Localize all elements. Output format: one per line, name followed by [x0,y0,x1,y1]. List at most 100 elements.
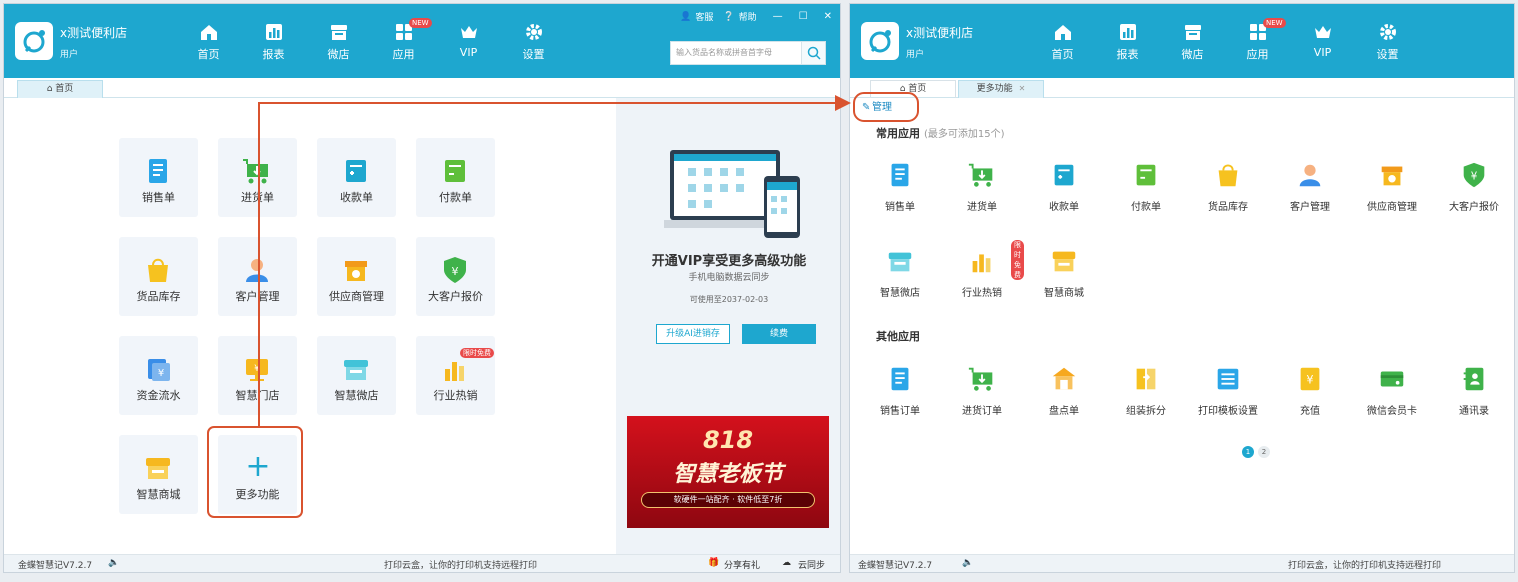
maximize-button[interactable]: ☐ [799,11,808,22]
app-sales-order[interactable]: 销售单 [860,160,940,213]
tile-payment[interactable]: 付款单 [416,138,495,217]
tile-label: 销售单 [142,191,175,204]
svg-text:¥: ¥ [158,368,164,379]
nav-apps[interactable]: 应用 NEW [1225,18,1290,62]
vip-card: 开通VIP享受更多高级功能 手机电脑数据云同步 可使用至2037-02-03 升… [616,98,840,398]
app-supplier[interactable]: 供应商管理 [1352,160,1432,213]
service-icon[interactable]: 👤 [680,12,691,22]
purchase-cart-icon [967,364,997,394]
app-label: 通讯录 [1459,406,1489,417]
tab-home[interactable]: ⌂ 首页 [17,80,103,98]
tile-hot-sales-chart[interactable]: 行业热销 限时免费 [416,336,495,415]
search-input[interactable]: 输入货品名称或拼音首字母 [671,42,801,64]
promo-banner[interactable]: 818 智慧老板节 软硬件一站配齐 · 软件低至7折 [627,416,829,528]
tile-customer[interactable]: 客户管理 [218,237,297,316]
sales-order-icon [885,364,915,394]
nav-vip-crown[interactable]: VIP [436,22,501,62]
app-recharge[interactable]: ¥ 充值 [1270,364,1350,417]
app-customer[interactable]: 客户管理 [1270,160,1350,213]
app-label: 大客户报价 [1449,202,1499,213]
page-1[interactable]: 1 [1242,446,1254,458]
app-label: 销售单 [885,202,915,213]
free-badge: 限时免费 [460,348,494,358]
app-label: 充值 [1300,406,1320,417]
nav-shop[interactable]: 微店 [306,22,371,62]
tab-close-icon[interactable]: ✕ [1019,84,1026,93]
app-smart-mall[interactable]: 智慧商城 [1024,246,1104,299]
tab-more-functions[interactable]: 更多功能 ✕ [958,80,1044,98]
service-link[interactable]: 客服 [695,10,713,23]
tile-purchase-cart[interactable]: 进货单 [218,138,297,217]
app-purchase-cart[interactable]: 进货单 [942,160,1022,213]
search-button[interactable] [801,42,825,64]
nav-shop[interactable]: 微店 [1160,22,1225,62]
app-receipt[interactable]: 收款单 [1024,160,1104,213]
cloud-icon[interactable]: ☁ [782,558,791,568]
nav-gear[interactable]: 设置 [501,22,566,62]
tab-home-label: 首页 [55,84,74,94]
tile-label: 更多功能 [235,488,280,501]
tile-smart-mall[interactable]: 智慧商城 [119,435,198,514]
nav-vip-crown[interactable]: VIP [1290,22,1355,62]
gift-icon[interactable]: 🎁 [708,558,719,568]
report-icon [1118,22,1138,42]
manage-button[interactable]: ✎ 管理 [858,98,914,118]
app-stocktake[interactable]: 盘点单 [1024,364,1104,417]
banner-line1: 818 [702,426,754,454]
tile-inventory-bag[interactable]: 货品库存 [119,237,198,316]
header-bar: x测试便利店 用户 首页 报表 微店 应用 NEW VIP 设置 👤 客服 ❔ 帮助 — ☐ ✕… [4,4,840,78]
app-member-card[interactable]: 微信会员卡 [1352,364,1432,417]
main-window-more: x测试便利店 用户 首页 报表 微店 应用 NEW VIP 设置 ⌂ 首页 更多功能 ✕ ✎ 管… [849,3,1515,573]
nav-gear[interactable]: 设置 [1355,22,1420,62]
home-tab-icon: ⌂ [899,84,909,94]
tile-cash-flow[interactable]: ¥ 资金流水 [119,336,198,415]
help-link[interactable]: 帮助 [739,10,757,23]
tile-vip-quote-shield[interactable]: ¥ 大客户报价 [416,237,495,316]
help-icon[interactable]: ❔ [723,12,734,22]
nav-label: 微店 [1181,48,1204,61]
vip-sidebar: 开通VIP享受更多高级功能 手机电脑数据云同步 可使用至2037-02-03 升… [616,98,840,554]
app-sales-order[interactable]: 销售订单 [860,364,940,417]
close-button[interactable]: ✕ [824,11,832,22]
tile-sales-order[interactable]: 销售单 [119,138,198,217]
version-label: 金蝶智慧记V7.2.7 [858,561,933,571]
app-label: 供应商管理 [1367,202,1417,213]
tab-home[interactable]: ⌂ 首页 [870,80,956,98]
nav-apps[interactable]: 应用 NEW [371,18,436,62]
home-icon [199,22,219,42]
sales-order-icon [142,155,174,187]
page-2[interactable]: 2 [1258,446,1270,458]
sync-link[interactable]: 云同步 [798,558,825,571]
tile-supplier[interactable]: 供应商管理 [317,237,396,316]
nav-report[interactable]: 报表 [241,22,306,62]
svg-text:¥: ¥ [1471,171,1478,183]
print-promo[interactable]: 打印云盒，让你的打印机支持远程打印 [384,558,537,571]
minimize-button[interactable]: — [773,11,783,22]
print-promo[interactable]: 打印云盒，让你的打印机支持远程打印 [1288,558,1441,571]
tile-smart-store[interactable]: ¥ 智慧门店 [218,336,297,415]
supplier-icon [340,254,372,286]
share-link[interactable]: 分享有礼 [724,558,760,571]
app-purchase-cart[interactable]: 进货订单 [942,364,1022,417]
app-hot-sales-chart[interactable]: 限时免费 行业热销 [942,240,1024,299]
nav-home[interactable]: 首页 [176,22,241,62]
nav-label: 报表 [262,48,285,61]
nav-label: 首页 [197,48,220,61]
app-payment[interactable]: 付款单 [1106,160,1186,213]
app-vip-quote-shield[interactable]: ¥ 大客户报价 [1434,160,1514,213]
app-assembly[interactable]: 组装拆分 [1106,364,1186,417]
tile-smart-microshop[interactable]: 智慧微店 [317,336,396,415]
app-contacts[interactable]: 通讯录 [1434,364,1514,417]
app-inventory-bag[interactable]: 货品库存 [1188,160,1268,213]
nav-report[interactable]: 报表 [1095,22,1160,62]
app-smart-microshop[interactable]: 智慧微店 [860,246,940,299]
app-print-template[interactable]: 打印模板设置 [1188,364,1268,417]
volume-icon[interactable]: 🔈 [962,558,973,568]
volume-icon[interactable]: 🔈 [108,558,119,568]
tile-plus[interactable]: + 更多功能 [218,435,297,514]
renew-button[interactable]: 续费 [742,324,816,344]
upgrade-button[interactable]: 升级AI进销存 [656,324,730,344]
nav-home[interactable]: 首页 [1030,22,1095,62]
search-box[interactable]: 输入货品名称或拼音首字母 [670,41,826,65]
tile-receipt[interactable]: 收款单 [317,138,396,217]
